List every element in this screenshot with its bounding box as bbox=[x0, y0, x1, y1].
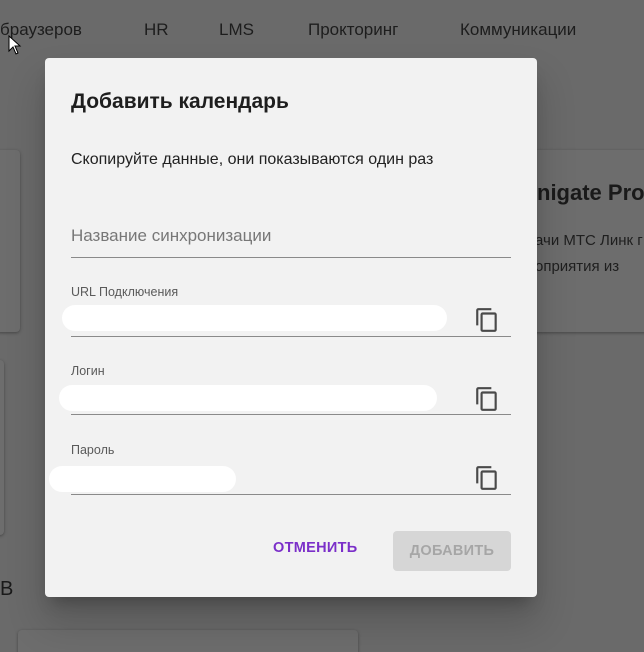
password-value-redacted bbox=[49, 466, 236, 492]
sync-name-input[interactable]: Название синхронизации bbox=[71, 218, 511, 258]
sync-name-placeholder: Название синхронизации bbox=[71, 226, 272, 245]
copy-password-button[interactable] bbox=[474, 465, 500, 491]
nav-item-communications[interactable]: Коммуникации bbox=[460, 20, 576, 40]
password-field[interactable] bbox=[49, 461, 511, 495]
background-card-text-line2: оприятия из bbox=[535, 258, 620, 275]
top-navigation: браузеров HR LMS Прокторинг Коммуникации bbox=[0, 0, 644, 62]
nav-item-hr[interactable]: HR bbox=[144, 20, 169, 40]
copy-icon bbox=[476, 387, 497, 411]
add-calendar-dialog: Добавить календарь Скопируйте данные, он… bbox=[45, 58, 537, 597]
login-label: Логин bbox=[71, 364, 105, 378]
add-button[interactable]: Добавить bbox=[393, 531, 511, 571]
background-card-left-lower bbox=[0, 360, 4, 535]
copy-login-button[interactable] bbox=[474, 386, 500, 412]
mouse-cursor-icon bbox=[8, 34, 22, 55]
login-field[interactable] bbox=[59, 382, 511, 415]
background-side-letter: В bbox=[0, 578, 14, 600]
url-label: URL Подключения bbox=[71, 285, 179, 299]
copy-url-button[interactable] bbox=[474, 307, 500, 333]
url-field[interactable] bbox=[62, 302, 511, 337]
background-card-text-line1: ачи МТС Линк г bbox=[535, 232, 643, 249]
url-value-redacted bbox=[62, 305, 447, 331]
background-card-title: nigate Pro bbox=[537, 180, 644, 205]
add-button-label: Добавить bbox=[409, 543, 495, 559]
background-card-left bbox=[0, 150, 20, 332]
nav-item-lms[interactable]: LMS bbox=[219, 20, 254, 40]
dialog-title: Добавить календарь bbox=[71, 90, 289, 113]
copy-icon bbox=[476, 466, 497, 490]
dialog-description: Скопируйте данные, они показываются один… bbox=[71, 151, 434, 168]
background-card-bottom bbox=[18, 630, 358, 652]
login-value-redacted bbox=[59, 385, 437, 411]
password-label: Пароль bbox=[71, 443, 115, 457]
copy-icon bbox=[476, 308, 497, 332]
cancel-button[interactable]: Отменить bbox=[273, 540, 357, 556]
nav-item-proctoring[interactable]: Прокторинг bbox=[308, 20, 398, 40]
